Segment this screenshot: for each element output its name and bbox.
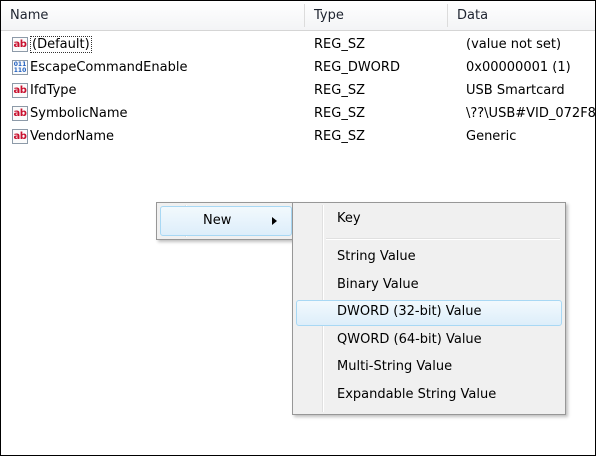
menu-item-label: Expandable String Value <box>337 387 497 402</box>
value-data: Generic <box>466 129 517 144</box>
table-row[interactable]: ab VendorName REG_SZ Generic <box>1 126 595 148</box>
value-name: SymbolicName <box>30 106 128 121</box>
menu-item-label: DWORD (32-bit) Value <box>337 304 482 319</box>
new-submenu: Key String Value Binary Value DWORD (32-… <box>292 202 566 415</box>
binary-value-icon: 011 110 <box>12 60 28 75</box>
value-type: REG_SZ <box>314 37 365 52</box>
value-name: EscapeCommandEnable <box>30 60 188 75</box>
table-row[interactable]: ab (Default) REG_SZ (value not set) <box>1 34 595 56</box>
table-row[interactable]: 011 110 EscapeCommandEnable REG_DWORD 0x0… <box>1 57 595 79</box>
menu-item-label: Key <box>337 211 361 226</box>
submenu-arrow-icon <box>272 217 277 225</box>
menu-item-binary-value[interactable]: Binary Value <box>296 273 562 299</box>
menu-item-key[interactable]: Key <box>296 207 562 233</box>
menu-item-expandable-string-value[interactable]: Expandable String Value <box>296 383 562 409</box>
menu-separator <box>326 238 560 240</box>
menu-item-label: QWORD (64-bit) Value <box>337 332 482 347</box>
table-row[interactable]: ab SymbolicName REG_SZ \??\USB#VID_072F8 <box>1 103 595 125</box>
value-type: REG_DWORD <box>314 60 400 75</box>
string-value-icon: ab <box>12 83 28 98</box>
string-value-icon: ab <box>12 106 28 121</box>
menu-item-dword-value[interactable]: DWORD (32-bit) Value <box>296 300 562 326</box>
menu-item-label: Multi-String Value <box>337 359 453 374</box>
menu-item-multi-string-value[interactable]: Multi-String Value <box>296 355 562 381</box>
table-row[interactable]: ab IfdType REG_SZ USB Smartcard <box>1 80 595 102</box>
value-data: (value not set) <box>466 37 562 52</box>
column-header-type[interactable]: Type <box>305 1 447 30</box>
value-data: USB Smartcard <box>466 83 565 98</box>
column-header-bar: Name Type Data <box>1 1 595 31</box>
menu-item-string-value[interactable]: String Value <box>296 245 562 271</box>
column-header-data[interactable]: Data <box>448 1 595 30</box>
context-menu: New <box>156 202 296 240</box>
value-type: REG_SZ <box>314 83 365 98</box>
registry-values-pane: Name Type Data ab (Default) REG_SZ (valu… <box>0 0 596 456</box>
value-name: (Default) <box>30 36 92 53</box>
string-value-icon: ab <box>12 37 28 52</box>
value-type: REG_SZ <box>314 106 365 121</box>
menu-item-label: String Value <box>337 249 416 264</box>
menu-item-label: New <box>203 213 232 228</box>
value-data: 0x00000001 (1) <box>466 60 571 75</box>
value-name: VendorName <box>30 129 115 144</box>
value-data: \??\USB#VID_072F8 <box>466 106 596 121</box>
menu-item-qword-value[interactable]: QWORD (64-bit) Value <box>296 328 562 354</box>
value-name: IfdType <box>30 83 77 98</box>
column-header-name[interactable]: Name <box>1 1 304 30</box>
menu-item-new[interactable]: New <box>160 206 292 236</box>
value-type: REG_SZ <box>314 129 365 144</box>
string-value-icon: ab <box>12 129 28 144</box>
menu-item-label: Binary Value <box>337 277 419 292</box>
